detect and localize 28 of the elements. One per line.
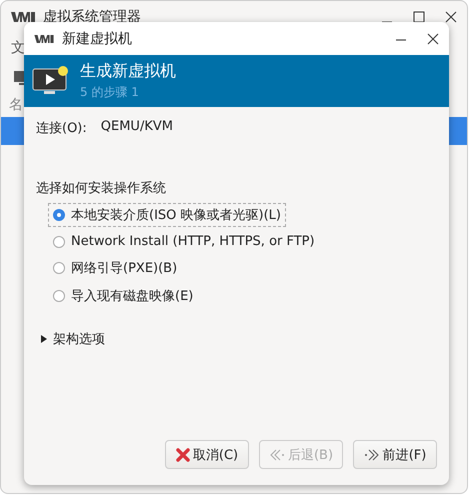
connection-label: 连接(O): <box>36 120 87 137</box>
logo-icon <box>11 12 35 22</box>
radio-option[interactable]: 网络引导(PXE)(B) <box>48 256 182 280</box>
header-title: 生成新虚拟机 <box>80 61 176 82</box>
expander[interactable]: 架构选项 <box>36 330 437 348</box>
radio-option[interactable]: 导入现有磁盘映像(E) <box>48 284 198 308</box>
radio-option[interactable]: Network Install (HTTP, HTTPS, or FTP) <box>48 231 320 252</box>
radio-button[interactable] <box>53 236 65 248</box>
dialog-title: 新建虚拟机 <box>62 30 132 48</box>
column-header: 名 <box>9 96 23 114</box>
section-heading: 选择如何安装操作系统 <box>36 180 167 197</box>
connection-value: QEMU/KVM <box>100 119 173 136</box>
radio-option[interactable]: 本地安装介质(ISO 映像或者光驱)(L) <box>48 203 286 227</box>
radio-button[interactable] <box>53 262 65 274</box>
forward-arrow-icon <box>364 448 380 460</box>
cross-icon <box>176 448 190 462</box>
logo-icon <box>34 34 54 42</box>
dialog-button[interactable]: 取消(C) <box>165 440 249 469</box>
radio-button[interactable] <box>53 209 65 221</box>
menu-item[interactable]: 文 <box>11 39 25 57</box>
close-icon[interactable] <box>445 11 457 23</box>
back-arrow-icon <box>268 448 285 460</box>
dialog-button[interactable]: 前进(F) <box>353 440 437 469</box>
step-indicator: 5 的步骤 1 <box>80 84 140 101</box>
radio-button[interactable] <box>53 290 65 302</box>
close-icon[interactable] <box>427 32 439 44</box>
maximize-icon[interactable] <box>413 11 425 23</box>
monitor-play-icon <box>32 65 70 97</box>
